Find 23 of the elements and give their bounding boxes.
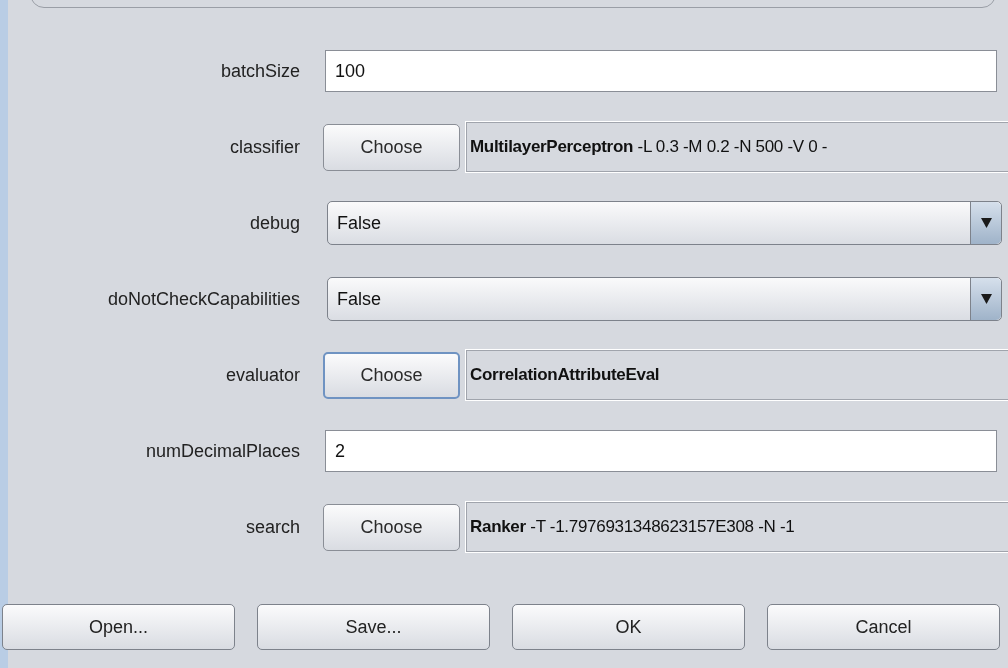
property-label: debug [248, 211, 300, 235]
dropdown-arrow-icon [980, 218, 992, 228]
object-editor-value[interactable]: Ranker -T -1.7976931348623157E308 -N -1 [466, 502, 1008, 552]
object-editor-value[interactable]: MultilayerPerceptron -L 0.3 -M 0.2 -N 500 -V 0 - [466, 122, 1008, 172]
property-label: numDecimalPlaces [144, 439, 300, 463]
dropdown-arrow-icon [980, 294, 992, 304]
choose-button[interactable]: Choose [323, 503, 460, 551]
dropdown[interactable]: False [327, 277, 1002, 321]
choose-button[interactable]: Choose [323, 351, 460, 399]
dialog-button[interactable]: Save... [257, 604, 490, 650]
input-field[interactable]: 2 [325, 430, 997, 472]
dialog-button[interactable]: Cancel [767, 604, 1000, 650]
dropdown[interactable]: False [327, 201, 1002, 245]
property-label: evaluator [224, 363, 300, 387]
object-editor-value[interactable]: CorrelationAttributeEval [466, 350, 1008, 400]
dialog-button[interactable]: OK [512, 604, 745, 650]
choose-button[interactable]: Choose [323, 123, 460, 171]
property-label: doNotCheckCapabilities [106, 287, 300, 311]
dialog-button[interactable]: Open... [2, 604, 235, 650]
property-label: classifier [229, 135, 300, 159]
input-field[interactable]: 100 [325, 50, 997, 92]
property-label: batchSize [219, 59, 300, 83]
property-label: search [244, 515, 300, 539]
